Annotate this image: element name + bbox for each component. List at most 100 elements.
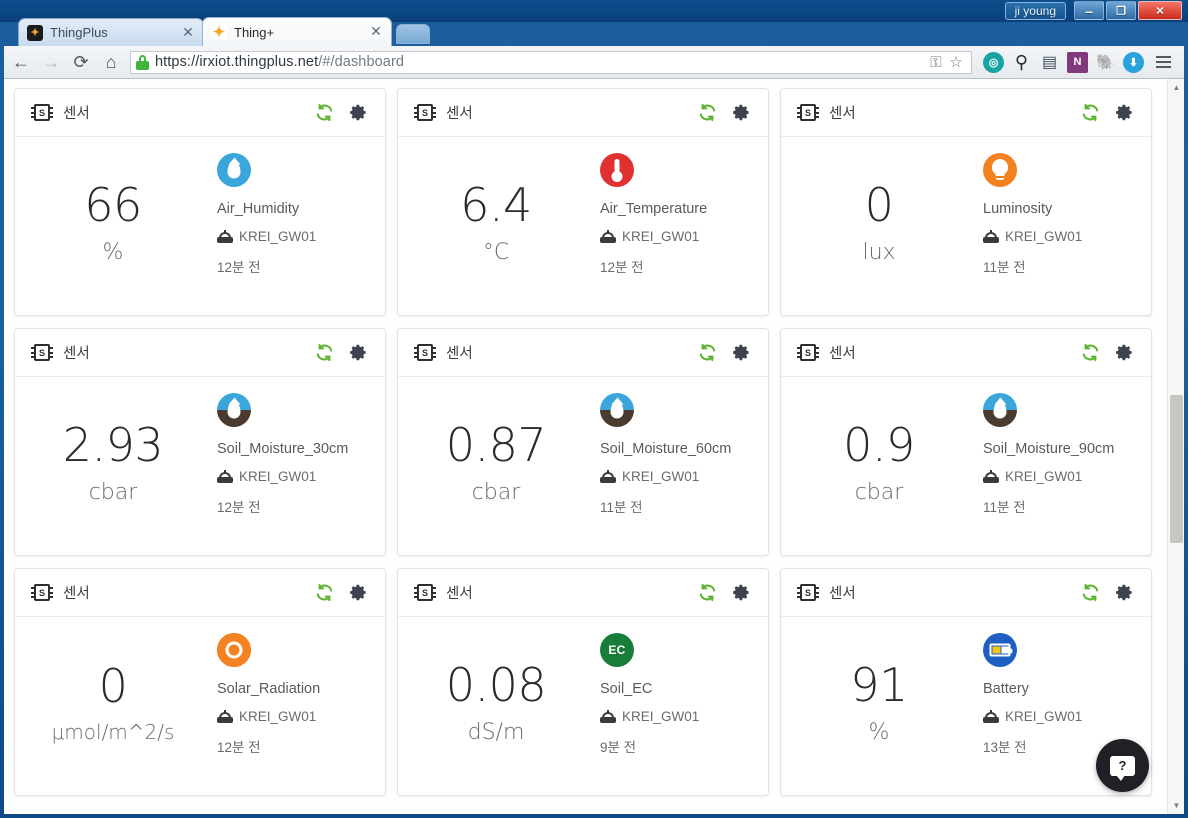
gear-icon[interactable]	[1111, 340, 1137, 366]
value-column: 2.93 cbar	[15, 385, 211, 555]
gear-icon[interactable]	[1111, 580, 1137, 606]
browser-tab-thingplus[interactable]: ✦ ThingPlus ✕	[18, 18, 204, 46]
tab-strip: ✦ ThingPlus ✕ ✦ Thing+ ✕	[0, 14, 1188, 46]
gateway-router-icon	[983, 230, 999, 243]
refresh-icon[interactable]	[694, 580, 720, 606]
vertical-scrollbar[interactable]: ▲ ▼	[1167, 79, 1184, 814]
gear-icon[interactable]	[728, 580, 754, 606]
value-column: 66%	[15, 145, 211, 315]
sensor-value: 6.4	[460, 178, 532, 233]
tab-close-icon[interactable]: ✕	[369, 24, 383, 39]
sensor-unit: μmol/m^2/s	[51, 720, 175, 745]
gateway-name: KREI_GW01	[622, 229, 700, 244]
sensor-card[interactable]: S 센서 0.87 cbar Soil_Moisture_60cm KREI_GW01 11…	[397, 328, 769, 556]
refresh-icon[interactable]	[1077, 100, 1103, 126]
gateway-name: KREI_GW01	[239, 469, 317, 484]
refresh-icon[interactable]	[311, 580, 337, 606]
gear-icon[interactable]	[345, 580, 371, 606]
onenote-icon[interactable]: N	[1064, 49, 1091, 76]
gear-icon[interactable]	[728, 100, 754, 126]
gear-icon[interactable]	[728, 340, 754, 366]
sensor-name: Soil_Moisture_60cm	[600, 441, 732, 457]
refresh-icon[interactable]	[694, 340, 720, 366]
sensor-chip-icon: S	[31, 584, 53, 601]
home-button[interactable]: ⌂	[98, 49, 124, 75]
meta-column: Luminosity KREI_GW01 11분 전	[977, 145, 1151, 315]
scroll-down-arrow-icon[interactable]: ▼	[1168, 797, 1184, 814]
speed-dial-icon[interactable]: ◎	[980, 49, 1007, 76]
gateway-name: KREI_GW01	[1005, 709, 1083, 724]
value-column: 0.9 cbar	[781, 385, 977, 555]
battery-icon	[983, 633, 1017, 667]
refresh-icon[interactable]	[1077, 340, 1103, 366]
sensor-card[interactable]: S 센서 6.4 °C Air_Temperature KREI_GW01 12분 전	[397, 88, 769, 316]
gateway-row: KREI_GW01	[983, 229, 1082, 244]
evernote-icon[interactable]: 🐘	[1092, 49, 1119, 76]
refresh-icon[interactable]	[694, 100, 720, 126]
sensor-chip-icon: S	[414, 104, 436, 121]
sensor-card[interactable]: S 센서 0.08 dS/m EC Soil_EC KREI_GW01 9분 전	[397, 568, 769, 796]
gear-icon[interactable]	[345, 100, 371, 126]
address-bar[interactable]: https://irxiot.thingplus.net/#/dashboard…	[130, 50, 972, 74]
sensor-unit: cbar	[471, 479, 521, 505]
thingplus-orange-icon: ✦	[211, 24, 227, 41]
chip-letter: S	[34, 104, 50, 121]
humidity-droplet-icon	[217, 153, 251, 187]
card-body: 66% Air_Humidity KREI_GW01 12분 전	[15, 137, 385, 315]
address-bar-url: https://irxiot.thingplus.net/#/dashboard	[155, 54, 405, 70]
sensor-unit: cbar	[88, 479, 138, 505]
scrollbar-thumb[interactable]	[1170, 395, 1183, 543]
ec-label: EC	[608, 643, 626, 657]
card-header: S 센서	[15, 569, 385, 617]
sensor-unit: dS/m	[467, 719, 525, 745]
sensor-value: 91	[850, 658, 908, 713]
refresh-icon[interactable]	[311, 100, 337, 126]
refresh-icon[interactable]	[1077, 580, 1103, 606]
password-key-icon[interactable]: ⚿	[926, 52, 946, 72]
back-button[interactable]: ←	[8, 49, 34, 75]
sensor-card[interactable]: S 센서 2.93 cbar Soil_Moisture_30cm KREI_GW01 12…	[14, 328, 386, 556]
sensor-card[interactable]: S 센서 0 μmol/m^2/s Solar_Radiation KREI_GW01 12…	[14, 568, 386, 796]
download-icon[interactable]: ⬇	[1120, 49, 1147, 76]
scroll-up-arrow-icon[interactable]: ▲	[1168, 79, 1184, 96]
gateway-row: KREI_GW01	[600, 709, 699, 724]
reload-button[interactable]: ⟳	[68, 49, 94, 75]
gateway-router-icon	[600, 230, 616, 243]
lamp-icon[interactable]: ⚲	[1008, 49, 1035, 76]
bookmark-star-icon[interactable]: ☆	[946, 52, 966, 72]
gear-icon[interactable]	[345, 340, 371, 366]
chip-letter: S	[417, 584, 433, 601]
gear-icon[interactable]	[1111, 100, 1137, 126]
card-title: 센서	[446, 106, 473, 122]
browser-tab-thing-plus[interactable]: ✦ Thing+ ✕	[202, 17, 392, 46]
forward-button[interactable]: →	[38, 49, 64, 75]
refresh-icon[interactable]	[311, 340, 337, 366]
new-tab-button[interactable]	[396, 24, 430, 44]
sensor-value: 2.93	[62, 418, 164, 473]
gateway-name: KREI_GW01	[1005, 469, 1083, 484]
screen-capture-icon[interactable]: ▤	[1036, 49, 1063, 76]
sensor-card-grid: S 센서 66% Air_Humidity KREI_GW01 12분 전 S 센서 6.4 °C…	[14, 88, 1161, 796]
sensor-unit: cbar	[854, 479, 904, 505]
sensor-card[interactable]: S 센서 0 lux Luminosity KREI_GW01 11분 전	[780, 88, 1152, 316]
soil-moisture-icon	[600, 393, 634, 427]
chip-letter: S	[34, 584, 50, 601]
tab-close-icon[interactable]: ✕	[181, 25, 195, 40]
sensor-card[interactable]: S 센서 0.9 cbar Soil_Moisture_90cm KREI_GW01 11분…	[780, 328, 1152, 556]
browser-menu-button[interactable]	[1148, 49, 1178, 76]
droplet-shape	[227, 401, 241, 419]
gateway-router-icon	[217, 470, 233, 483]
meta-column: Soil_Moisture_60cm KREI_GW01 11분 전	[594, 385, 768, 555]
chip-letter: S	[800, 104, 816, 121]
gateway-row: KREI_GW01	[217, 709, 316, 724]
card-title: 센서	[829, 106, 856, 122]
card-title: 센서	[829, 586, 856, 602]
gateway-name: KREI_GW01	[622, 469, 700, 484]
help-support-button[interactable]: ?	[1096, 739, 1149, 792]
sensor-value: 0	[864, 178, 894, 233]
meta-column: Soil_Moisture_30cm KREI_GW01 12분 전	[211, 385, 385, 555]
sensor-card[interactable]: S 센서 66% Air_Humidity KREI_GW01 12분 전	[14, 88, 386, 316]
sensor-name: Air_Temperature	[600, 201, 708, 217]
gateway-router-icon	[217, 710, 233, 723]
sensor-value: 0.87	[445, 418, 547, 473]
